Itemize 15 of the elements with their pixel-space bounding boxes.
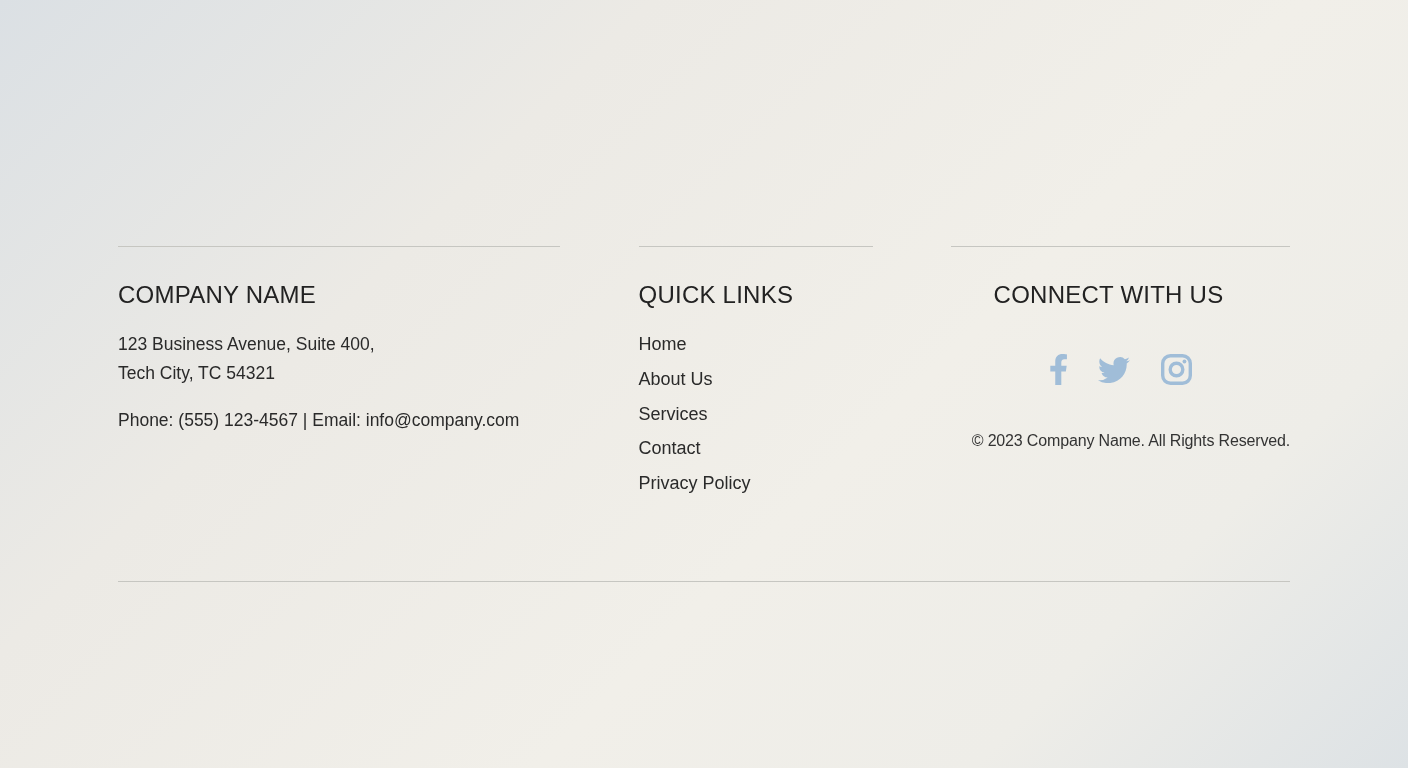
bird-icon[interactable] bbox=[1097, 355, 1130, 383]
footer-link[interactable]: Home bbox=[638, 327, 687, 362]
copyright-text: © 2023 Company Name. All Rights Reserved. bbox=[971, 431, 1290, 451]
contact-info-text: Phone: (555) 123-4567 | Email: info@company.com bbox=[118, 409, 521, 432]
section-heading: COMPANY NAME bbox=[118, 280, 318, 310]
footer-link[interactable]: Contact bbox=[638, 431, 701, 466]
facebook-icon[interactable] bbox=[1049, 353, 1067, 385]
footer-link[interactable]: Services bbox=[638, 396, 708, 432]
instagram-icon[interactable] bbox=[1160, 353, 1192, 385]
footer-link[interactable]: About Us bbox=[638, 361, 713, 397]
section-heading: CONNECT WITH US bbox=[993, 280, 1225, 310]
footer-link[interactable]: Privacy Policy bbox=[638, 466, 751, 501]
section-heading: QUICK LINKS bbox=[638, 280, 795, 310]
address-line: 123 Business Avenue, Suite 400, bbox=[118, 333, 376, 356]
address-line: Tech City, TC 54321 bbox=[118, 362, 276, 385]
